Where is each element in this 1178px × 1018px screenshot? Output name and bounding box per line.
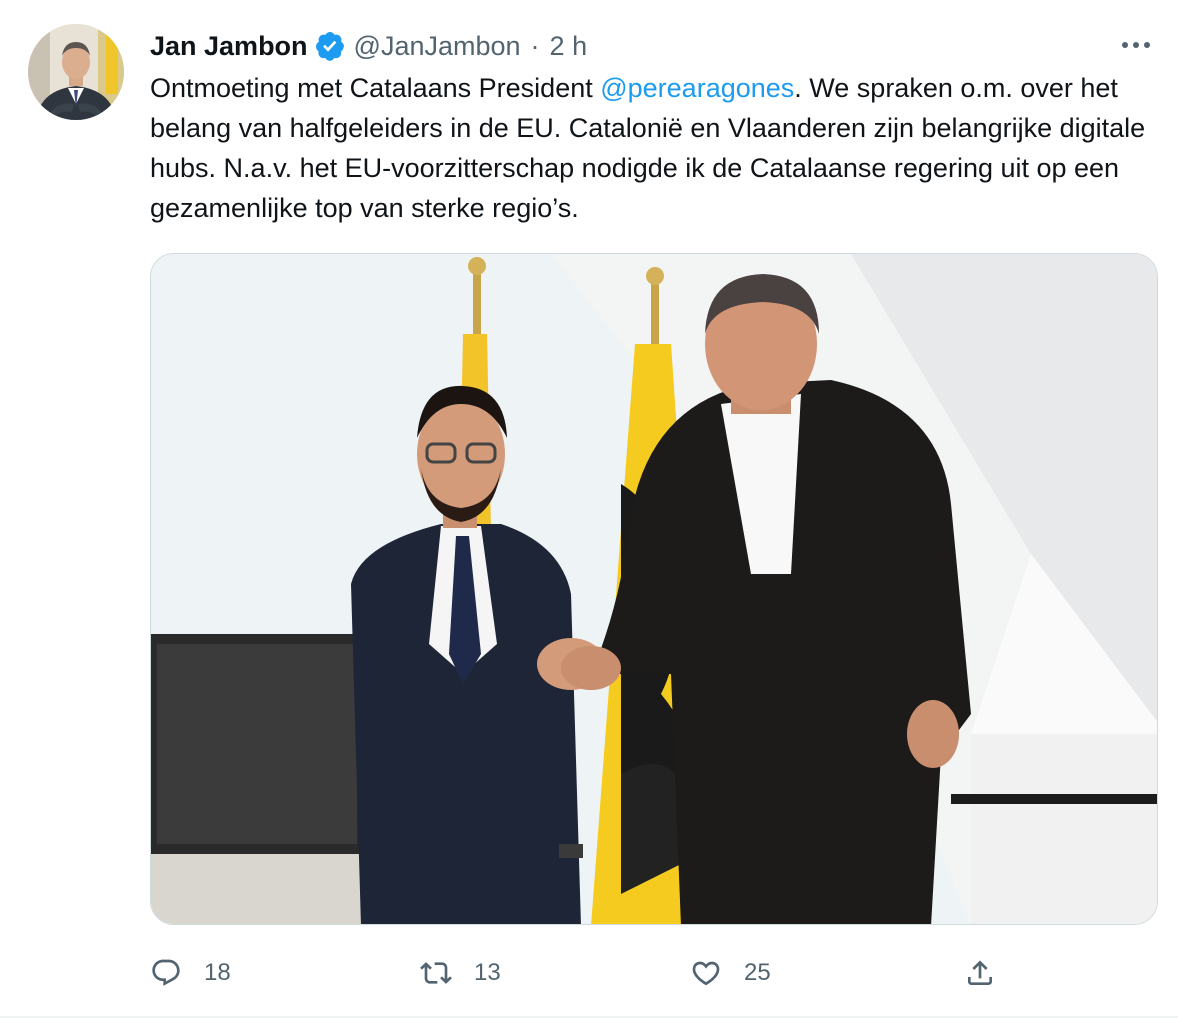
avatar-image <box>28 24 124 120</box>
share-icon <box>968 960 992 985</box>
like-icon <box>692 961 720 986</box>
more-dots-icon <box>1122 42 1150 48</box>
reply-button[interactable]: 18 <box>150 950 231 996</box>
tweet-header: Jan Jambon @JanJambon · 2 h <box>150 26 587 66</box>
verified-badge-icon <box>314 30 346 62</box>
author-display-name[interactable]: Jan Jambon <box>150 31 308 62</box>
reply-icon <box>152 959 180 986</box>
like-button[interactable]: 25 <box>690 950 771 996</box>
tweet-text: Ontmoeting met Catalaans President @pere… <box>150 68 1150 228</box>
share-button[interactable] <box>964 950 996 996</box>
tweet-timestamp[interactable]: 2 h <box>550 31 588 62</box>
tweet[interactable]: Jan Jambon @JanJambon · 2 h Ontmoeting m… <box>0 0 1178 1018</box>
retweet-count: 13 <box>474 959 501 986</box>
avatar[interactable] <box>28 24 124 120</box>
author-handle[interactable]: @JanJambon <box>354 31 521 62</box>
retweet-button[interactable]: 13 <box>420 950 501 996</box>
tweet-actions: 18 13 25 <box>150 950 1010 996</box>
reply-count: 18 <box>204 959 231 986</box>
mention-link[interactable]: @perearagones <box>600 73 794 103</box>
more-options-button[interactable] <box>1116 30 1156 60</box>
photo-handshake <box>151 254 1157 924</box>
like-count: 25 <box>744 959 771 986</box>
tweet-photo[interactable] <box>150 253 1158 925</box>
separator-dot: · <box>530 30 540 61</box>
retweet-icon <box>420 962 452 984</box>
tweet-text-start: Ontmoeting met Catalaans President <box>150 73 601 103</box>
